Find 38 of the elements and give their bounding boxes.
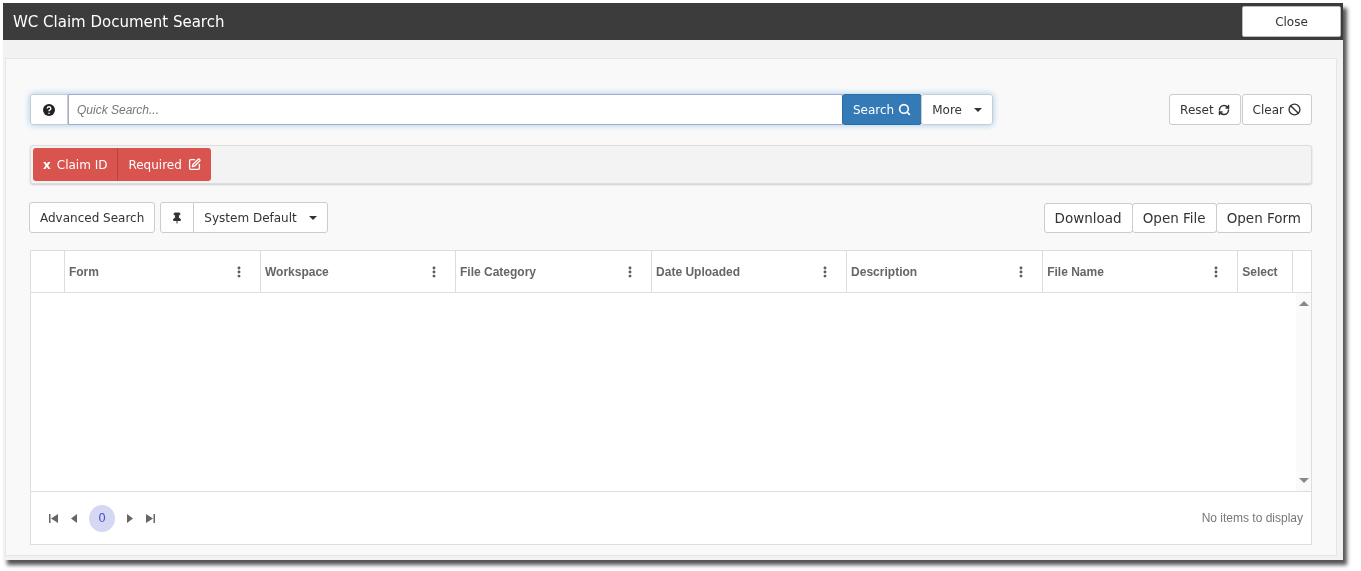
edit-filter-button[interactable]: Required [118, 148, 211, 181]
clear-button[interactable]: Clear [1241, 94, 1312, 125]
column-header[interactable]: Date Uploaded [651, 251, 847, 292]
advanced-search-button[interactable]: Advanced Search [29, 202, 156, 233]
quick-search-field[interactable]: Quick Search... [68, 94, 843, 125]
pin-button[interactable] [160, 202, 195, 233]
column-header[interactable]: Select [1237, 251, 1292, 292]
search-button[interactable]: Search [842, 94, 923, 125]
last-page-icon [146, 513, 155, 523]
action-button[interactable]: Open File [1131, 202, 1217, 233]
reset-button[interactable]: Reset [1169, 94, 1241, 125]
refresh-icon [1217, 103, 1230, 116]
next-page-icon [125, 513, 134, 523]
page-button[interactable]: 0 [89, 504, 115, 532]
close-button[interactable]: Close [1242, 6, 1341, 37]
pager-status: No items to display [1201, 511, 1303, 525]
pin-icon [171, 211, 184, 224]
remove-filter-button[interactable]: x Claim ID [33, 148, 119, 181]
action-button[interactable]: Download [1043, 202, 1133, 233]
ban-icon [1288, 103, 1301, 116]
column-header[interactable]: File Name [1042, 251, 1238, 292]
help-button[interactable] [30, 94, 68, 125]
caret-icon [308, 215, 317, 220]
column-header[interactable]: Description [846, 251, 1043, 292]
more-button[interactable]: More [921, 94, 993, 125]
first-page-icon [49, 513, 58, 523]
action-button[interactable]: Open Form [1215, 202, 1312, 233]
column-header[interactable]: Workspace [259, 251, 455, 292]
window-title: WC Claim Document Search [13, 12, 225, 31]
view-dropdown[interactable]: System Default [193, 202, 328, 233]
search-icon [898, 103, 912, 116]
scrollbar[interactable] [1296, 293, 1311, 491]
edit-icon [187, 158, 201, 171]
help-icon [43, 103, 55, 116]
previous-page-icon [70, 513, 79, 523]
caret-icon [974, 107, 982, 112]
column-header[interactable]: Form [63, 251, 260, 292]
column-header[interactable]: File Category [455, 251, 652, 292]
